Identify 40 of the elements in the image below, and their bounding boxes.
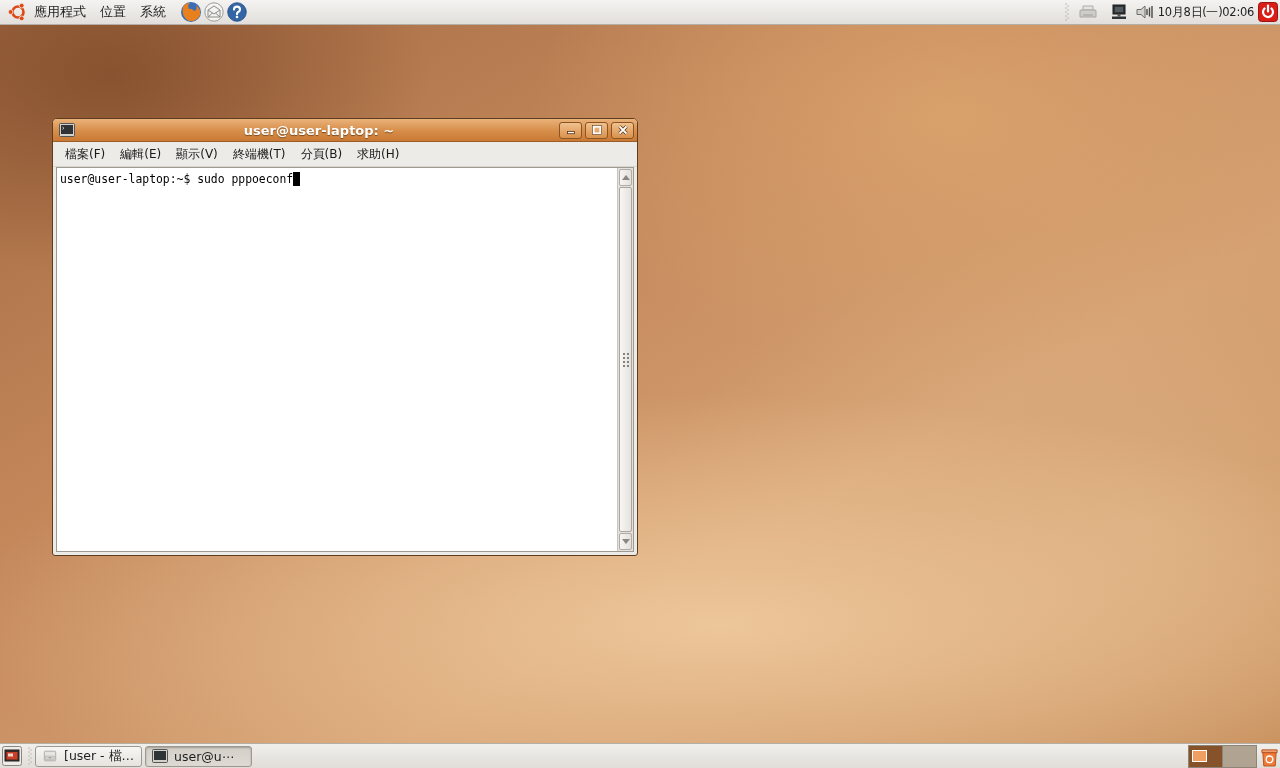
power-icon[interactable] (1258, 2, 1278, 22)
drag-handle-icon[interactable] (1064, 2, 1069, 22)
terminal-pane[interactable]: user@user-laptop:~$ sudo pppoeconf (56, 167, 634, 552)
ring-dots-icon[interactable] (8, 2, 28, 22)
panel-menu-item[interactable]: 位置 (100, 3, 126, 21)
maximize-icon (591, 125, 602, 135)
menu-item[interactable]: 顯示(V) (176, 145, 218, 163)
grip-icon (622, 352, 629, 367)
drawer-icon (42, 749, 58, 763)
task-button[interactable]: user@u⋯ (145, 745, 252, 767)
minimize-button[interactable] (559, 121, 582, 139)
block-cursor-icon (293, 171, 301, 186)
scrollbar-thumb[interactable] (619, 187, 632, 532)
scrollbar[interactable] (617, 168, 633, 551)
menu-item[interactable]: 編輯(E) (120, 145, 162, 163)
close-button[interactable] (611, 121, 634, 139)
scroll-up-button[interactable] (619, 169, 632, 186)
terminal-icon (152, 749, 168, 763)
menu-item[interactable]: 終端機(T) (232, 145, 286, 163)
menu-item[interactable]: 分頁(B) (300, 145, 343, 163)
show-desktop-icon[interactable] (2, 746, 22, 766)
menu-item[interactable]: 求助(H) (357, 145, 400, 163)
terminal-line: user@user-laptop:~$ sudo pppoeconf (60, 171, 294, 186)
panel-menu-item[interactable]: 應用程式 (34, 3, 86, 21)
workspace-button[interactable] (1189, 745, 1222, 767)
monitor-icon[interactable] (1110, 4, 1127, 20)
window-title: user@user-laptop: ~ (242, 122, 396, 138)
up-arrow-icon (621, 175, 630, 180)
down-arrow-icon (621, 539, 630, 544)
speaker-icon[interactable] (1135, 5, 1154, 19)
panel-menu-item[interactable]: 系統 (140, 3, 166, 21)
help-icon[interactable] (227, 2, 247, 22)
terminal-icon[interactable] (59, 123, 75, 137)
close-icon (617, 125, 628, 135)
task-button[interactable]: [user - 檔… (35, 745, 142, 767)
menu-item[interactable]: 檔案(F) (65, 145, 106, 163)
scroll-down-button[interactable] (619, 533, 632, 550)
clock-text[interactable]: 10月8日(一)02:06 (1157, 4, 1254, 20)
maximize-button[interactable] (585, 121, 608, 139)
globe-icon[interactable] (180, 1, 202, 23)
